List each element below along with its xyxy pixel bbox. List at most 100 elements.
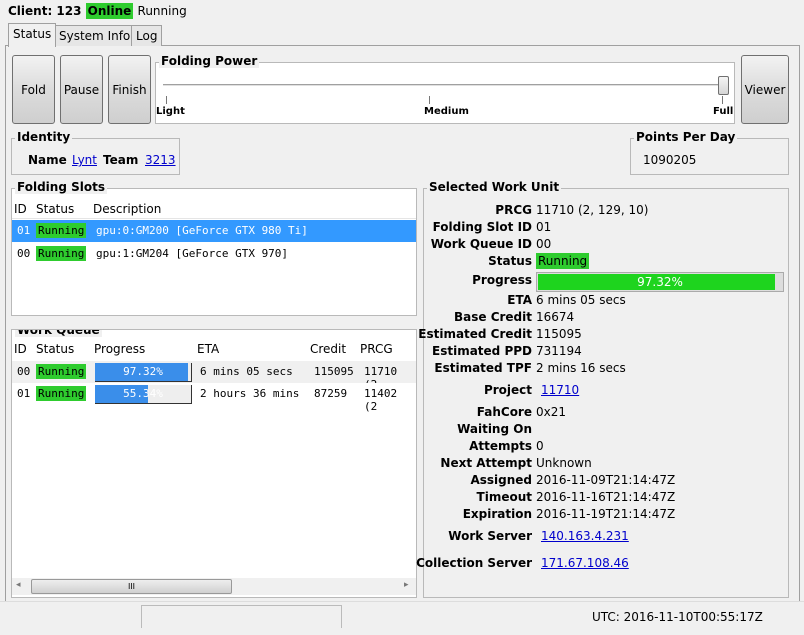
wu-project-value[interactable]: 11710 <box>541 383 579 397</box>
tick-full <box>722 96 723 104</box>
tick-label-medium: Medium <box>424 106 469 117</box>
col-status[interactable]: Status <box>36 342 74 356</box>
col-status[interactable]: Status <box>36 202 74 216</box>
tick-label-light: Light <box>156 106 185 117</box>
scroll-right-icon[interactable]: ▸ <box>404 580 409 590</box>
table-row[interactable]: 01 Running 55.34% 2 hours 36 mins 87259 … <box>12 383 416 413</box>
slot-id: 01 <box>17 224 31 237</box>
wu-cs-label: Collection Server <box>416 556 532 570</box>
wu-next-value: Unknown <box>536 456 592 470</box>
wu-timeout-value: 2016-11-16T21:14:47Z <box>536 490 676 504</box>
tab-log[interactable]: Log <box>131 25 163 46</box>
slot-status: Running <box>36 246 87 261</box>
wu-progress-bar: 97.32% <box>536 272 784 292</box>
wu-status-value: Running <box>536 253 590 269</box>
client-state: Running <box>137 4 187 18</box>
name-link[interactable]: Lynt <box>72 153 97 167</box>
online-badge: Online <box>85 3 134 19</box>
identity-group: Identity Name Lynt Team 3213 <box>11 130 180 175</box>
folding-power-group: Folding Power Light Medium Full <box>155 54 735 124</box>
col-description[interactable]: Description <box>93 202 161 216</box>
team-label: Team <box>103 153 139 167</box>
scroll-left-icon[interactable]: ◂ <box>16 580 21 590</box>
selected-work-unit-title: Selected Work Unit <box>427 180 562 194</box>
table-row[interactable]: 01 Running gpu:0:GM200 [GeForce GTX 980 … <box>12 220 416 242</box>
slot-description: gpu:1:GM204 [GeForce GTX 970] <box>96 247 289 260</box>
wq-progress-text: 97.32% <box>123 365 163 378</box>
table-row[interactable]: 00 Running 97.32% 6 mins 05 secs 115095 … <box>12 361 416 391</box>
wu-attempts-value: 0 <box>536 439 544 453</box>
horizontal-scrollbar[interactable]: ◂ III ▸ <box>12 578 416 595</box>
col-credit[interactable]: Credit <box>310 342 346 356</box>
tick-label-full: Full <box>713 106 734 117</box>
wu-etpf-value: 2 mins 16 secs <box>536 361 626 375</box>
tick-light <box>166 96 167 104</box>
work-queue-group: Work Queue ID Status Progress ETA Credit… <box>11 329 417 598</box>
wu-wq-label: Work Queue ID <box>430 237 532 251</box>
wu-waiting-label: Waiting On <box>457 422 532 436</box>
wu-ecredit-label: Estimated Credit <box>418 327 532 341</box>
wu-attempts-label: Attempts <box>469 439 532 453</box>
col-id[interactable]: ID <box>14 202 27 216</box>
wu-ws-label: Work Server <box>448 529 532 543</box>
viewer-button[interactable]: Viewer <box>741 55 789 124</box>
wu-base-value: 16674 <box>536 310 575 324</box>
wu-prcg-value: 11710 (2, 129, 10) <box>536 203 649 217</box>
wq-progress-bar: 97.32% <box>95 363 192 382</box>
wu-next-label: Next Attempt <box>440 456 532 470</box>
wq-status: Running <box>36 364 87 379</box>
wu-slot-label: Folding Slot ID <box>432 220 532 234</box>
wu-ws-value[interactable]: 140.163.4.231 <box>541 529 629 543</box>
col-id[interactable]: ID <box>14 342 27 356</box>
wq-id: 01 <box>17 387 31 400</box>
wq-progress-text: 55.34% <box>123 387 163 400</box>
status-bar-panel <box>141 605 342 628</box>
fold-button[interactable]: Fold <box>12 55 55 124</box>
wu-base-label: Base Credit <box>453 310 532 324</box>
pause-button[interactable]: Pause <box>60 55 103 124</box>
finish-button[interactable]: Finish <box>108 55 151 124</box>
folding-slots-group: Folding Slots ID Status Description 01 R… <box>11 180 417 316</box>
wu-assigned-label: Assigned <box>470 473 532 487</box>
wu-eppd-label: Estimated PPD <box>432 344 532 358</box>
wu-eta-value: 6 mins 05 secs <box>536 293 626 307</box>
wq-prcg: 11402 (2 <box>364 387 398 413</box>
wq-progress-bar: 55.34% <box>95 385 192 404</box>
tab-status[interactable]: Status <box>8 23 57 47</box>
wu-core-value: 0x21 <box>536 405 567 419</box>
wu-ecredit-value: 115095 <box>536 327 582 341</box>
tick-medium <box>429 96 430 104</box>
col-progress[interactable]: Progress <box>94 342 145 356</box>
tab-system-info[interactable]: System Info <box>54 25 136 46</box>
power-slider-thumb[interactable] <box>718 76 729 95</box>
power-slider-track[interactable] <box>163 84 727 86</box>
wu-assigned-value: 2016-11-09T21:14:47Z <box>536 473 676 487</box>
folding-slots-title: Folding Slots <box>15 180 107 194</box>
wu-slot-value: 01 <box>536 220 552 234</box>
wu-status-label: Status <box>488 254 532 268</box>
wq-credit: 87259 <box>314 387 348 400</box>
slots-header: ID Status Description <box>12 200 416 219</box>
wu-etpf-label: Estimated TPF <box>434 361 532 375</box>
status-bar: UTC: 2016-11-10T00:55:17Z <box>0 601 804 635</box>
scroll-thumb[interactable]: III <box>31 579 232 594</box>
col-prcg[interactable]: PRCG <box>360 342 393 356</box>
wu-progress-text: 97.32% <box>637 275 683 289</box>
table-row[interactable]: 00 Running gpu:1:GM204 [GeForce GTX 970] <box>12 243 416 265</box>
wu-progress-label: Progress <box>472 273 532 287</box>
slot-description: gpu:0:GM200 [GeForce GTX 980 Ti] <box>96 224 308 237</box>
client-label: Client: 123 <box>8 4 82 18</box>
name-label: Name <box>28 153 67 167</box>
wq-eta: 6 mins 05 secs <box>200 365 293 378</box>
wq-status: Running <box>36 386 87 401</box>
wu-eta-label: ETA <box>507 293 532 307</box>
team-link[interactable]: 3213 <box>145 153 176 167</box>
work-queue-title: Work Queue <box>15 330 102 337</box>
col-eta[interactable]: ETA <box>197 342 219 356</box>
wu-cs-value[interactable]: 171.67.108.46 <box>541 556 629 570</box>
client-status: Client: 123 Online Running <box>8 3 187 19</box>
slot-id: 00 <box>17 247 31 260</box>
folding-power-title: Folding Power <box>159 54 260 68</box>
utc-time: UTC: 2016-11-10T00:55:17Z <box>592 610 763 624</box>
wu-expiration-value: 2016-11-19T21:14:47Z <box>536 507 676 521</box>
